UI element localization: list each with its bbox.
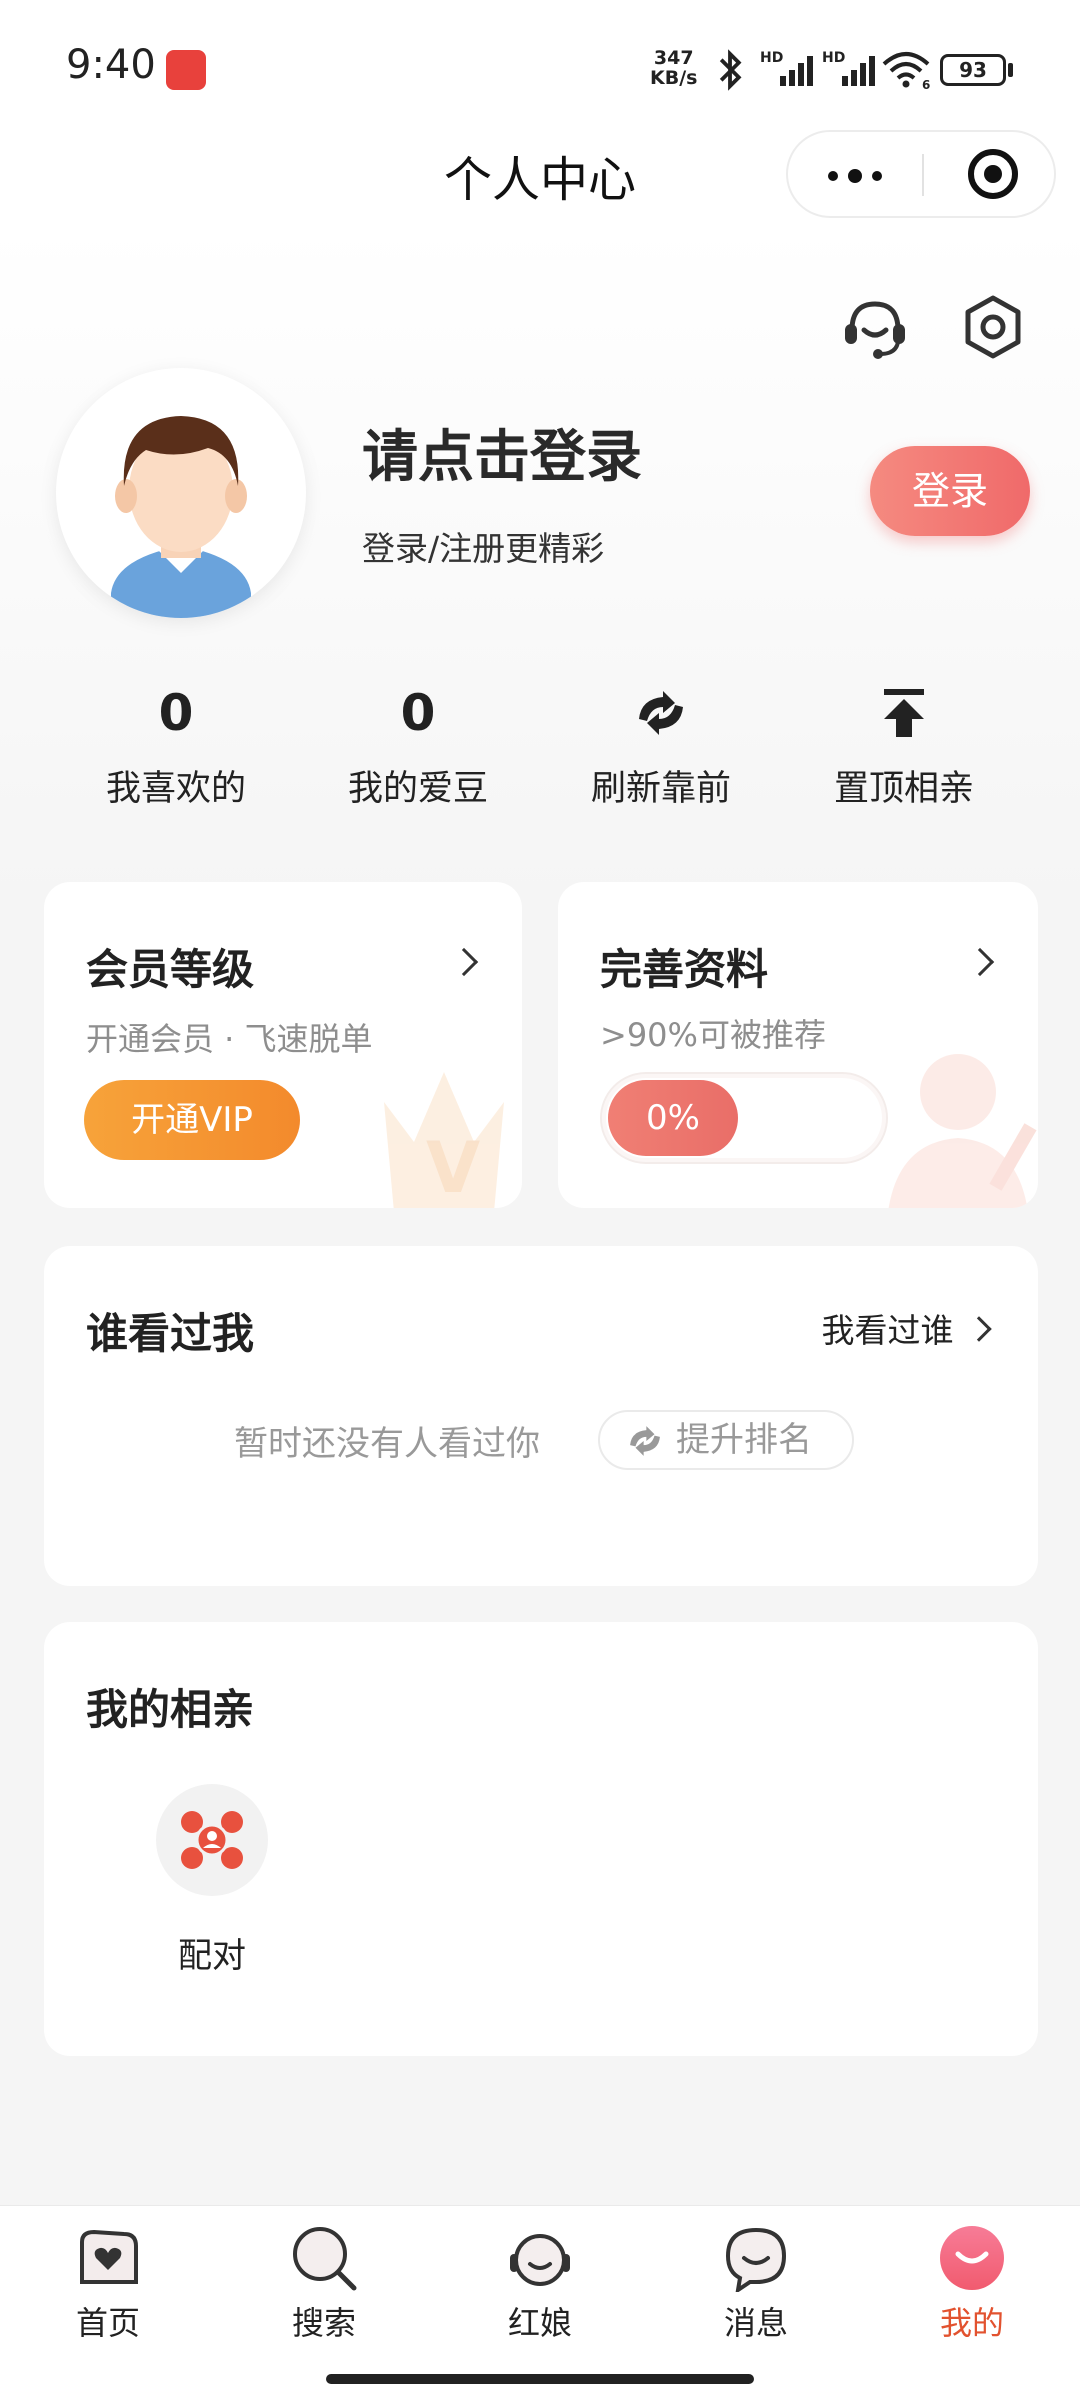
bluetooth-icon — [719, 49, 742, 91]
pin-top-icon — [884, 689, 924, 737]
cellular-signal-icon-2 — [842, 56, 875, 86]
tab-home-label: 首页 — [75, 2304, 140, 2342]
more-dot-icon — [828, 171, 838, 181]
wifi-sub-label: 6 — [922, 78, 930, 90]
refresh-arrows-icon — [639, 691, 683, 735]
tab-home[interactable]: 首页 — [0, 2206, 216, 2356]
login-prompt-subtitle: 登录/注册更精彩 — [362, 529, 605, 568]
visitors-title: 谁看过我 — [86, 1309, 255, 1358]
login-button[interactable]: 登录 — [870, 446, 1030, 536]
network-speed: 347 KB/s — [650, 48, 697, 88]
status-bar: 9:40 347 KB/s HD HD 6 93 — [0, 0, 1080, 130]
tab-messages-label: 消息 — [723, 2304, 788, 2342]
boost-ranking-button[interactable]: 提升排名 — [598, 1410, 854, 1470]
mini-program-capsule — [786, 130, 1056, 218]
app-notification-icon — [166, 50, 206, 90]
cellular-signal-icon-1 — [780, 56, 813, 86]
stat-idols[interactable]: 0 我的爱豆 — [298, 680, 538, 811]
visitors-empty-text: 暂时还没有人看过你 — [234, 1424, 540, 1464]
complete-profile-subtitle: >90%可被推荐 — [600, 1016, 826, 1054]
chevron-right-icon — [965, 947, 995, 977]
default-avatar-icon — [111, 416, 251, 618]
person-edit-decoration-icon — [888, 1054, 1037, 1208]
match-button[interactable] — [156, 1784, 268, 1896]
boost-ranking-label: 提升排名 — [676, 1420, 812, 1460]
battery-indicator: 93 — [940, 54, 1006, 86]
tab-search[interactable]: 搜索 — [216, 2206, 432, 2356]
who-i-viewed-link[interactable]: 我看过谁 — [821, 1304, 992, 1352]
chevron-right-icon — [966, 1316, 992, 1342]
profile-progress-bar: 0% — [600, 1072, 888, 1164]
tab-messages[interactable]: 消息 — [648, 2206, 864, 2356]
chevron-right-icon — [449, 947, 479, 977]
login-prompt-title[interactable]: 请点击登录 — [362, 412, 642, 493]
open-vip-button[interactable]: 开通VIP — [84, 1080, 300, 1160]
stat-refresh[interactable]: 刷新靠前 — [541, 680, 781, 811]
tab-matchmaker-label: 红娘 — [507, 2304, 572, 2342]
more-dot-icon — [848, 169, 862, 183]
wifi-icon: 6 — [882, 52, 930, 90]
network-speed-unit: KB/s — [650, 67, 698, 89]
stat-pin-top-label: 置顶相亲 — [833, 769, 974, 809]
more-options-button[interactable] — [788, 132, 922, 216]
tab-me-label: 我的 — [939, 2304, 1004, 2342]
matchmaker-headset-icon — [510, 2234, 570, 2286]
profile-progress-fill: 0% — [608, 1080, 738, 1156]
visitors-card: 谁看过我 我看过谁 暂时还没有人看过你 提升排名 — [44, 1246, 1038, 1586]
settings-icon[interactable] — [962, 294, 1024, 360]
my-dating-title: 我的相亲 — [86, 1685, 255, 1734]
refresh-arrows-icon — [630, 1426, 660, 1456]
customer-service-icon[interactable] — [840, 296, 910, 362]
svg-text:V: V — [426, 1127, 480, 1208]
stat-likes-value: 0 — [158, 684, 194, 742]
home-indicator — [326, 2374, 754, 2384]
my-dating-card: 我的相亲 配对 — [44, 1622, 1038, 2056]
search-icon — [293, 2227, 357, 2291]
complete-profile-card[interactable]: 完善资料 >90%可被推荐 0% — [558, 882, 1038, 1208]
home-heart-icon — [80, 2229, 138, 2284]
tab-matchmaker[interactable]: 红娘 — [432, 2206, 648, 2356]
stat-refresh-label: 刷新靠前 — [590, 769, 731, 809]
match-network-icon — [181, 1811, 243, 1869]
avatar[interactable] — [56, 368, 306, 618]
stat-likes-label: 我喜欢的 — [105, 769, 246, 809]
more-dot-icon — [872, 171, 882, 181]
network-speed-value: 347 — [653, 47, 694, 69]
member-level-card[interactable]: V 会员等级 开通会员 · 飞速脱单 开通VIP — [44, 882, 522, 1208]
who-i-viewed-label: 我看过谁 — [821, 1311, 954, 1350]
stat-idols-label: 我的爱豆 — [347, 769, 488, 809]
battery-cap — [1008, 63, 1013, 77]
match-label: 配对 — [178, 1936, 246, 1976]
close-mini-program-button[interactable] — [968, 149, 1018, 199]
capsule-divider — [922, 154, 924, 196]
tab-me[interactable]: 我的 — [864, 2206, 1080, 2356]
tab-search-label: 搜索 — [291, 2304, 356, 2342]
stat-idols-value: 0 — [400, 684, 436, 742]
message-bubble-icon — [725, 2227, 787, 2292]
status-time: 9:40 — [66, 42, 156, 88]
member-level-title: 会员等级 — [86, 945, 255, 994]
stat-pin-top[interactable]: 置顶相亲 — [784, 680, 1024, 811]
member-level-subtitle: 开通会员 · 飞速脱单 — [86, 1020, 373, 1058]
complete-profile-title: 完善资料 — [600, 945, 769, 994]
stat-likes[interactable]: 0 我喜欢的 — [56, 680, 296, 811]
me-smile-icon — [940, 2226, 1004, 2290]
bottom-tab-bar: 首页 搜索 红娘 消息 我的 — [0, 2205, 1080, 2400]
crown-vip-decoration-icon: V — [384, 1072, 504, 1208]
